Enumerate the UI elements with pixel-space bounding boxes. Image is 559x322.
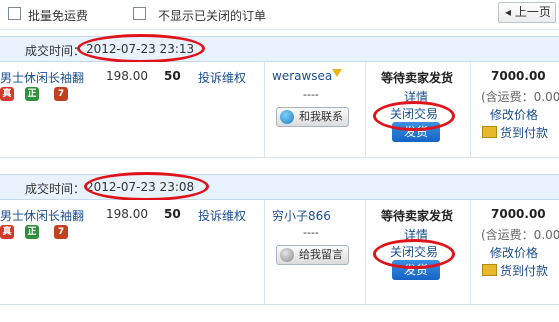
leave-message-button[interactable]: 给我留言 — [276, 245, 349, 265]
order-status: 等待卖家发货 — [381, 71, 454, 85]
seven-day-return-icon: 7 — [54, 87, 68, 101]
hide-closed-checkbox[interactable] — [133, 7, 146, 20]
column-divider — [365, 200, 366, 304]
hide-closed-label: 不显示已关闭的订单 — [158, 9, 267, 23]
order-row: 男士休闲长袖翻 真 正 7 198.00 50 投诉维权 werawsea --… — [0, 62, 559, 158]
authentic-badge-icon: 真 — [0, 225, 14, 239]
column-divider — [470, 62, 471, 157]
order-total: 7000.00 — [491, 207, 546, 221]
complaint-link[interactable]: 投诉维权 — [198, 207, 246, 224]
cash-on-delivery-link[interactable]: 货到付款 — [500, 262, 548, 279]
red-annotation-ellipse — [84, 172, 209, 201]
chat-icon — [280, 110, 294, 124]
prev-arrow-icon: ◂ — [505, 5, 515, 19]
cash-on-delivery-icon — [482, 126, 497, 138]
red-annotation-ellipse — [373, 101, 455, 131]
red-annotation-ellipse — [77, 34, 205, 63]
genuine-badge-icon: 正 — [25, 87, 39, 101]
column-divider — [264, 62, 265, 157]
order-time-label: 成交时间： — [25, 182, 86, 196]
filter-icon[interactable] — [332, 69, 342, 77]
batch-free-shipping-label[interactable]: 批量免运费 — [28, 7, 88, 24]
buyer-placeholder: ---- — [303, 226, 319, 239]
shipping-fee-note: (含运费：0.00) — [481, 228, 559, 242]
modify-price-link[interactable]: 修改价格 — [490, 244, 538, 261]
item-title-link[interactable]: 男士休闲长袖翻 — [0, 69, 84, 86]
buyer-name-link[interactable]: werawsea — [272, 69, 332, 83]
cash-on-delivery-link[interactable]: 货到付款 — [500, 124, 548, 141]
genuine-badge-icon: 正 — [25, 225, 39, 239]
complaint-link[interactable]: 投诉维权 — [198, 69, 246, 86]
column-divider — [365, 62, 366, 157]
batch-free-shipping-checkbox[interactable] — [8, 7, 21, 20]
order-row: 男士休闲长袖翻 真 正 7 198.00 50 投诉维权 穷小子866 ----… — [0, 200, 559, 305]
unit-price: 198.00 — [106, 207, 148, 221]
red-annotation-ellipse — [373, 239, 455, 269]
buyer-placeholder: ---- — [303, 88, 319, 101]
quantity: 50 — [164, 207, 181, 221]
seven-day-return-icon: 7 — [54, 225, 68, 239]
modify-price-link[interactable]: 修改价格 — [490, 106, 538, 123]
order-toolbar: 批量免运费 不显示已关闭的订单 ◂ 上一页 — [0, 0, 559, 30]
contact-label: 和我联系 — [299, 110, 343, 123]
quantity: 50 — [164, 69, 181, 83]
item-title-link[interactable]: 男士休闲长袖翻 — [0, 207, 84, 224]
unit-price: 198.00 — [106, 69, 148, 83]
message-icon — [280, 248, 294, 262]
order-status: 等待卖家发货 — [381, 209, 454, 223]
prev-page-button[interactable]: ◂ 上一页 — [498, 2, 556, 23]
order-time-label: 成交时间： — [25, 44, 86, 58]
column-divider — [264, 200, 265, 304]
shipping-fee-note: (含运费：0.00) — [481, 90, 559, 104]
buyer-name-link[interactable]: 穷小子866 — [272, 207, 331, 224]
cash-on-delivery-icon — [482, 264, 497, 276]
leave-message-label: 给我留言 — [299, 248, 343, 261]
authentic-badge-icon: 真 — [0, 87, 14, 101]
prev-page-label: 上一页 — [514, 5, 551, 19]
order-total: 7000.00 — [491, 69, 546, 83]
column-divider — [470, 200, 471, 304]
contact-me-button[interactable]: 和我联系 — [276, 107, 349, 127]
